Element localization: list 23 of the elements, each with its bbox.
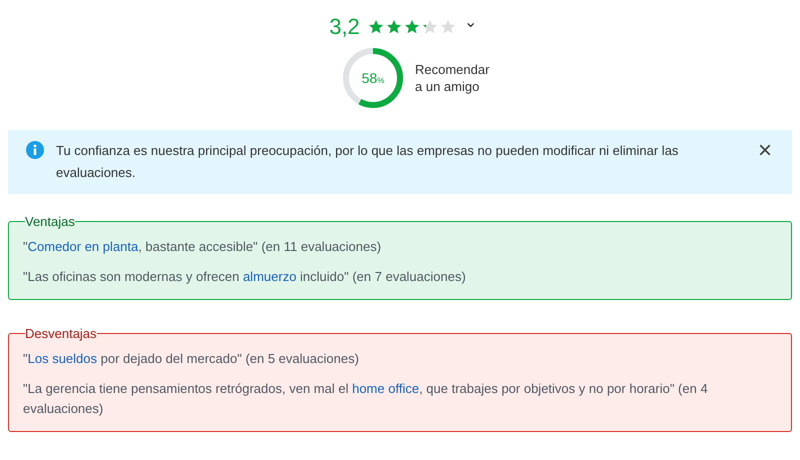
star-icon bbox=[386, 19, 402, 35]
percent-value: 58% bbox=[362, 70, 384, 86]
notice-text: Tu confianza es nuestra principal preocupación, por lo que las empresas no pueden modificar ni eliminar las evaluaciones. bbox=[56, 142, 680, 182]
rating-value: 3,2 bbox=[329, 14, 360, 40]
star-icon bbox=[368, 19, 384, 35]
close-button[interactable]: × bbox=[752, 140, 778, 162]
review-quote: "La gerencia tiene pensamientos retrógrados, ven mal el home office, que trabajes por objetivos y no por horario" (en 4 evaluaciones) bbox=[23, 380, 709, 418]
review-quote: "Las oficinas son modernas y ofrecen almuerzo incluido" (en 7 evaluaciones) bbox=[23, 268, 467, 286]
review-quote: "Comedor en planta, bastante accesible" (en 11 evaluaciones) bbox=[23, 238, 382, 256]
keyword-link[interactable]: home office bbox=[352, 381, 420, 396]
keyword-link[interactable]: Comedor en planta bbox=[28, 239, 138, 254]
star-icon bbox=[440, 19, 456, 35]
keyword-link[interactable]: almuerzo bbox=[242, 269, 296, 284]
star-icon bbox=[422, 19, 438, 35]
info-icon bbox=[26, 141, 44, 159]
section-title: Ventajas bbox=[25, 214, 75, 229]
donut-chart bbox=[341, 46, 405, 110]
review-quote: "Los sueldos por dejado del mercado" (en 5 evaluaciones) bbox=[23, 350, 360, 368]
recommend-label: Recomendar a un amigo bbox=[415, 61, 490, 95]
caret-button[interactable]: ⌄ bbox=[462, 15, 479, 31]
star-icon bbox=[404, 19, 420, 35]
keyword-link[interactable]: Los sueldos bbox=[28, 351, 98, 366]
section-title: Desventajas bbox=[25, 326, 97, 341]
